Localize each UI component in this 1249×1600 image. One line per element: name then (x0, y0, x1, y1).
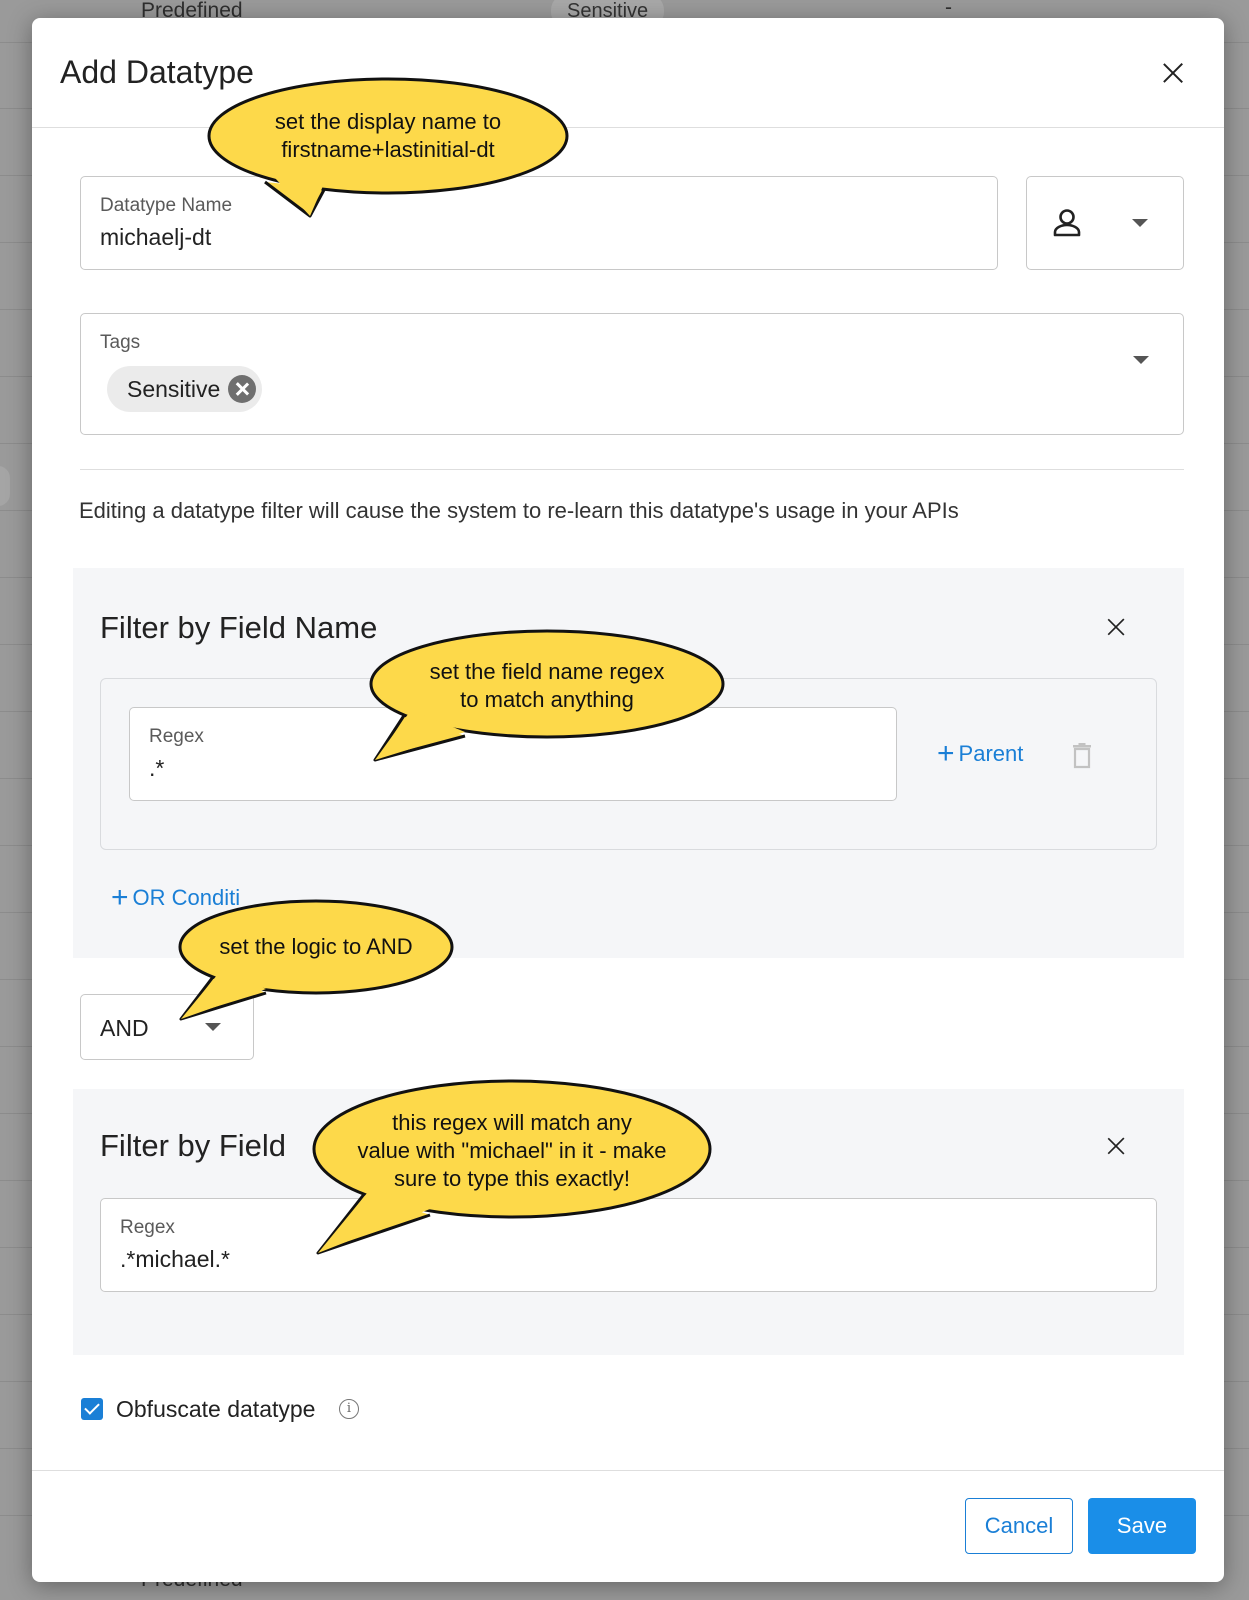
plus-icon: + (937, 737, 955, 770)
callout-line: sure to type this exactly! (394, 1166, 630, 1191)
obfuscate-checkbox[interactable] (81, 1398, 103, 1420)
chevron-down-icon (1133, 356, 1149, 364)
tag-chip: Sensitive (107, 366, 263, 412)
obfuscate-label: Obfuscate datatype (116, 1396, 316, 1422)
remove-filter-icon[interactable] (1105, 616, 1127, 638)
footer-divider (32, 1470, 1224, 1471)
chevron-down-icon (1132, 219, 1148, 227)
trash-icon[interactable] (1071, 743, 1093, 769)
filter-field-value-title: Filter by Field (100, 1128, 287, 1163)
person-icon (1053, 209, 1081, 237)
callout-value-regex: this regex will match any value with "mi… (310, 1077, 714, 1257)
close-icon[interactable] (1160, 60, 1186, 86)
tag-chip-label: Sensitive (127, 375, 221, 402)
filter-field-name-title: Filter by Field Name (100, 610, 378, 645)
tags-field[interactable]: Tags Sensitive (80, 313, 1184, 435)
relearn-notice: Editing a datatype filter will cause the… (79, 498, 959, 523)
callout-line: set the field name regex (429, 659, 665, 684)
cancel-button[interactable]: Cancel (965, 1498, 1073, 1554)
regex-label: Regex (120, 1217, 175, 1238)
callout-logic: set the logic to AND (176, 897, 456, 1027)
add-datatype-modal: Add Datatype Datatype Name michaelj-dt T… (32, 18, 1224, 1582)
remove-filter-icon[interactable] (1105, 1135, 1127, 1157)
tags-label: Tags (100, 332, 141, 353)
field-value-regex-input[interactable]: .*michael.* (120, 1246, 230, 1273)
callout-bubble (178, 899, 454, 1021)
remove-tag-icon[interactable] (228, 375, 257, 403)
add-parent-button[interactable]: + Parent (937, 737, 1024, 770)
callout-line: firstname+lastinitial-dt (281, 137, 495, 162)
callout-line: set the logic to AND (219, 934, 413, 959)
callout-display-name: set the display name to firstname+lastin… (205, 76, 571, 226)
datatype-name-input[interactable]: michaelj-dt (100, 224, 211, 251)
backdrop-row-dash: - (945, 0, 952, 19)
owner-select[interactable] (1026, 176, 1184, 270)
section-divider (80, 469, 1184, 470)
callout-line: this regex will match any (392, 1110, 632, 1135)
save-button[interactable]: Save (1088, 1498, 1196, 1554)
backdrop-scroll-handle (0, 466, 10, 506)
callout-field-regex: set the field name regex to match anythi… (365, 628, 725, 768)
logic-value: AND (100, 1015, 149, 1041)
add-parent-label: Parent (958, 741, 1024, 766)
regex-label: Regex (149, 726, 204, 747)
callout-line: set the display name to (274, 109, 502, 134)
plus-icon: + (111, 881, 129, 914)
callout-line: value with "michael" in it - make (357, 1138, 667, 1163)
field-name-regex-input[interactable]: .* (149, 755, 164, 782)
info-icon[interactable]: i (339, 1399, 359, 1419)
callout-line: to match anything (460, 687, 634, 712)
